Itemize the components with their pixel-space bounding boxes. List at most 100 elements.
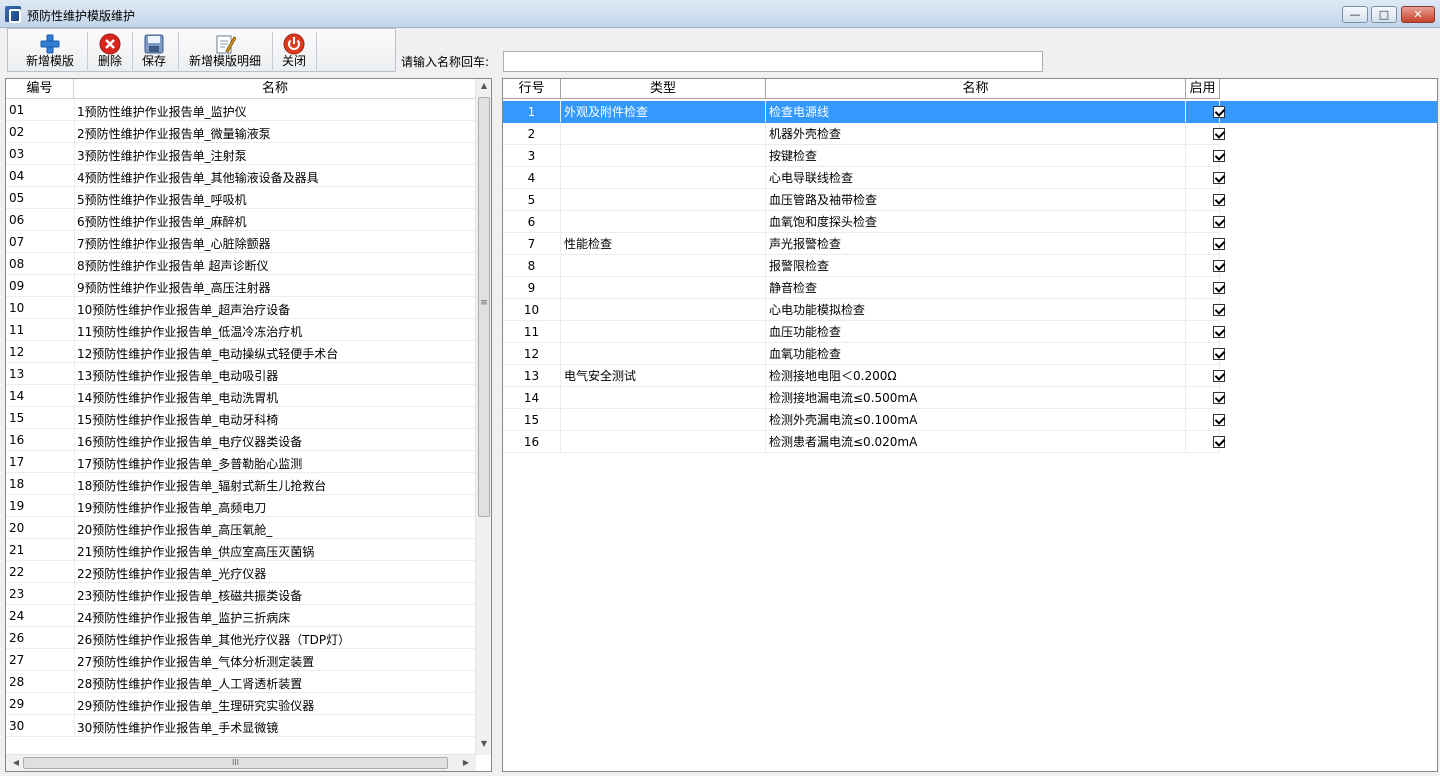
enabled-checkbox[interactable]	[1213, 326, 1225, 338]
column-divider	[74, 649, 75, 671]
enabled-checkbox[interactable]	[1213, 348, 1225, 360]
template-code: 26	[9, 631, 25, 645]
enabled-checkbox[interactable]	[1213, 392, 1225, 404]
template-row[interactable]: 13 13预防性维护作业报告单_电动吸引器	[6, 363, 476, 385]
detail-row[interactable]: 9 静音检查	[503, 277, 1437, 299]
template-row[interactable]: 03 3预防性维护作业报告单_注射泵	[6, 143, 476, 165]
template-name: 3预防性维护作业报告单_注射泵	[77, 149, 247, 163]
item-name: 机器外壳检查	[766, 123, 1186, 145]
template-name: 2预防性维护作业报告单_微量输液泵	[77, 127, 271, 141]
template-row[interactable]: 21 21预防性维护作业报告单_供应室高压灭菌锅	[6, 539, 476, 561]
enabled-checkbox[interactable]	[1213, 128, 1225, 140]
hscroll-thumb[interactable]: III	[23, 757, 448, 769]
template-row[interactable]: 06 6预防性维护作业报告单_麻醉机	[6, 209, 476, 231]
scroll-down-icon[interactable]: ▼	[476, 739, 491, 748]
template-row[interactable]: 30 30预防性维护作业报告单_手术显微镜	[6, 715, 476, 737]
search-input[interactable]	[503, 51, 1043, 72]
column-header-enabled[interactable]: 启用	[1186, 79, 1220, 99]
template-code: 12	[9, 345, 25, 359]
template-row[interactable]: 16 16预防性维护作业报告单_电疗仪器类设备	[6, 429, 476, 451]
detail-row[interactable]: 6 血氧饱和度探头检查	[503, 211, 1437, 233]
template-row[interactable]: 08 8预防性维护作业报告单 超声诊断仪	[6, 253, 476, 275]
column-header-code[interactable]: 编号	[6, 79, 74, 99]
template-row[interactable]: 20 20预防性维护作业报告单_高压氧舱_	[6, 517, 476, 539]
detail-row[interactable]: 11 血压功能检查	[503, 321, 1437, 343]
horizontal-scrollbar[interactable]: ◀ III ▶	[6, 754, 476, 771]
template-row[interactable]: 05 5预防性维护作业报告单_呼吸机	[6, 187, 476, 209]
template-row[interactable]: 07 7预防性维护作业报告单_心脏除颤器	[6, 231, 476, 253]
template-row[interactable]: 10 10预防性维护作业报告单_超声治疗设备	[6, 297, 476, 319]
enabled-checkbox[interactable]	[1213, 282, 1225, 294]
item-name: 按键检查	[766, 145, 1186, 167]
detail-row[interactable]: 1 外观及附件检查 检查电源线	[503, 101, 1437, 123]
template-row[interactable]: 28 28预防性维护作业报告单_人工肾透析装置	[6, 671, 476, 693]
enabled-checkbox[interactable]	[1213, 370, 1225, 382]
column-header-item-name[interactable]: 名称	[766, 79, 1186, 99]
enabled-checkbox[interactable]	[1213, 238, 1225, 250]
enabled-checkbox[interactable]	[1213, 414, 1225, 426]
close-button[interactable]: 关闭	[276, 31, 312, 71]
template-row[interactable]: 12 12预防性维护作业报告单_电动操纵式轻便手术台	[6, 341, 476, 363]
template-row[interactable]: 29 29预防性维护作业报告单_生理研究实验仪器	[6, 693, 476, 715]
detail-row[interactable]: 4 心电导联线检查	[503, 167, 1437, 189]
detail-row[interactable]: 2 机器外壳检查	[503, 123, 1437, 145]
detail-row[interactable]: 10 心电功能模拟检查	[503, 299, 1437, 321]
detail-row[interactable]: 14 检测接地漏电流≤0.500mA	[503, 387, 1437, 409]
close-window-button[interactable]: ✕	[1401, 6, 1435, 23]
delete-button[interactable]: 删除	[92, 31, 128, 71]
enabled-checkbox[interactable]	[1213, 194, 1225, 206]
enabled-checkbox[interactable]	[1213, 150, 1225, 162]
template-row[interactable]: 15 15预防性维护作业报告单_电动牙科椅	[6, 407, 476, 429]
scroll-right-icon[interactable]: ▶	[458, 758, 474, 767]
column-header-line-no[interactable]: 行号	[503, 79, 561, 99]
enabled-checkbox[interactable]	[1213, 106, 1225, 118]
template-code: 16	[9, 433, 25, 447]
template-row[interactable]: 26 26预防性维护作业报告单_其他光疗仪器（TDP灯）	[6, 627, 476, 649]
detail-row[interactable]: 3 按键检查	[503, 145, 1437, 167]
enabled-checkbox[interactable]	[1213, 172, 1225, 184]
scroll-thumb[interactable]: ≡	[478, 97, 490, 517]
detail-row[interactable]: 13 电气安全测试 检测接地电阻＜0.200Ω	[503, 365, 1437, 387]
column-header-type[interactable]: 类型	[561, 79, 766, 99]
detail-row[interactable]: 12 血氧功能检查	[503, 343, 1437, 365]
column-divider	[74, 143, 75, 165]
item-type	[561, 431, 766, 453]
vertical-scrollbar[interactable]: ▲ ≡ ▼	[475, 79, 491, 755]
add-template-button[interactable]: 新增模版	[18, 31, 82, 71]
detail-row[interactable]: 7 性能检查 声光报警检查	[503, 233, 1437, 255]
template-row[interactable]: 17 17预防性维护作业报告单_多普勒胎心监测	[6, 451, 476, 473]
template-row[interactable]: 22 22预防性维护作业报告单_光疗仪器	[6, 561, 476, 583]
scroll-left-icon[interactable]: ◀	[8, 758, 24, 767]
template-row[interactable]: 14 14预防性维护作业报告单_电动洗胃机	[6, 385, 476, 407]
detail-row[interactable]: 5 血压管路及袖带检查	[503, 189, 1437, 211]
template-list: 编号 名称 01 1预防性维护作业报告单_监护仪 02 2预防性维护作业报告单_微量输…	[5, 78, 492, 772]
template-row[interactable]: 04 4预防性维护作业报告单_其他输液设备及器具	[6, 165, 476, 187]
minimize-button[interactable]: —	[1342, 6, 1368, 23]
enabled-checkbox[interactable]	[1213, 436, 1225, 448]
column-header-name[interactable]: 名称	[74, 79, 476, 99]
enabled-checkbox[interactable]	[1213, 216, 1225, 228]
template-row[interactable]: 02 2预防性维护作业报告单_微量输液泵	[6, 121, 476, 143]
template-row[interactable]: 27 27预防性维护作业报告单_气体分析测定装置	[6, 649, 476, 671]
template-name: 10预防性维护作业报告单_超声治疗设备	[77, 303, 291, 317]
template-row[interactable]: 23 23预防性维护作业报告单_核磁共振类设备	[6, 583, 476, 605]
enabled-checkbox[interactable]	[1213, 304, 1225, 316]
save-button[interactable]: 保存	[136, 31, 172, 71]
template-row[interactable]: 18 18预防性维护作业报告单_辐射式新生儿抢救台	[6, 473, 476, 495]
column-divider	[74, 583, 75, 605]
delete-label: 删除	[97, 54, 122, 68]
template-row[interactable]: 24 24预防性维护作业报告单_监护三折病床	[6, 605, 476, 627]
scroll-up-icon[interactable]: ▲	[476, 81, 491, 90]
maximize-button[interactable]: □	[1371, 6, 1397, 23]
column-divider	[74, 319, 75, 341]
enabled-checkbox[interactable]	[1213, 260, 1225, 272]
column-divider	[74, 671, 75, 693]
detail-row[interactable]: 8 报警限检查	[503, 255, 1437, 277]
add-template-detail-button[interactable]: 新增模版明细	[182, 31, 268, 71]
detail-row[interactable]: 16 检测患者漏电流≤0.020mA	[503, 431, 1437, 453]
detail-row[interactable]: 15 检测外壳漏电流≤0.100mA	[503, 409, 1437, 431]
template-row[interactable]: 09 9预防性维护作业报告单_高压注射器	[6, 275, 476, 297]
template-row[interactable]: 01 1预防性维护作业报告单_监护仪	[6, 99, 476, 121]
template-row[interactable]: 11 11预防性维护作业报告单_低温冷冻治疗机	[6, 319, 476, 341]
template-row[interactable]: 19 19预防性维护作业报告单_高频电刀	[6, 495, 476, 517]
